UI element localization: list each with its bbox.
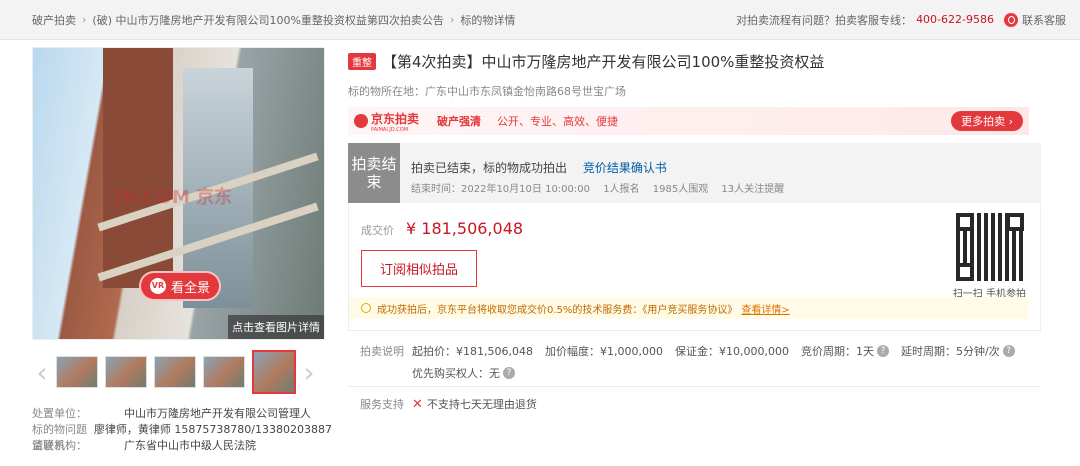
chevron-right-icon: › bbox=[82, 13, 87, 26]
divider bbox=[348, 386, 1041, 387]
main-image[interactable]: JD.COM 京东 VR 看全景 点击查看图片详情 bbox=[32, 47, 325, 340]
meta-key: 处置单位： bbox=[32, 407, 87, 420]
cross-icon: ✕ bbox=[412, 396, 423, 412]
customer-service-icon[interactable] bbox=[1004, 12, 1018, 27]
meta-key: 标的物问题请联系： bbox=[32, 423, 87, 452]
watermark: JD.COM 京东 bbox=[115, 187, 233, 208]
bid-cycle: 竞价周期：1天? bbox=[801, 343, 889, 359]
disposal-info: 处置单位： 中山市万隆房地产开发有限公司管理人 标的物问题请联系： 廖律师，黄律… bbox=[32, 406, 332, 454]
banner-slogan-secondary: 公开、专业、高效、便捷 bbox=[497, 115, 619, 128]
subscribe-similar-button[interactable]: 订阅相似拍品 bbox=[361, 250, 477, 287]
meta-row: 监管机构： 广东省中山市中级人民法院 bbox=[32, 438, 332, 454]
logo-text: 京东拍卖 bbox=[371, 111, 420, 126]
thumbnail[interactable] bbox=[153, 356, 196, 388]
location-label: 标的物所在地： bbox=[348, 85, 425, 98]
priority-row: 优先购买权人：无? bbox=[360, 365, 1027, 381]
top-bar: 破产拍卖 › (破) 中山市万隆房地产开发有限公司100%重整投资权益第四次拍卖… bbox=[0, 0, 1080, 40]
breadcrumb-item-announcement[interactable]: (破) 中山市万隆房地产开发有限公司100%重整投资权益第四次拍卖公告 bbox=[92, 12, 444, 28]
qr-code[interactable] bbox=[956, 213, 1024, 281]
logo-subtext: PAIMAI.JD.COM bbox=[371, 126, 409, 133]
meta-row: 标的物问题请联系： 廖律师，黄律师 15875738780/1338020388… bbox=[32, 422, 332, 452]
service-label: 服务支持 bbox=[360, 398, 404, 411]
notice-detail-link[interactable]: 查看详情> bbox=[741, 301, 789, 316]
chevron-right-icon: › bbox=[449, 13, 455, 26]
rules-row: 拍卖说明 起拍价：¥181,506,048 加价幅度：¥1,000,000 保证… bbox=[360, 343, 1027, 359]
thumbnail[interactable] bbox=[104, 356, 147, 388]
help-area: 对拍卖流程有问题？拍卖客服专线： 400-622-9586 联系客服 bbox=[736, 12, 1066, 28]
item-location: 标的物所在地：广东中山市东凤镇金怡南路68号世宝广场 bbox=[348, 83, 626, 99]
delay-cycle: 延时周期：5分钟/次? bbox=[901, 343, 1015, 359]
auction-status-panel: 拍卖结束 拍卖已结束，标的物成功拍出 竞价结果确认书 结束时间：2022年10月… bbox=[348, 143, 1041, 203]
final-price-row: 成交价 ¥ 181,506,048 bbox=[361, 219, 523, 238]
restructure-tag: 重整 bbox=[348, 53, 376, 70]
watcher-count: 13人关注提醒 bbox=[721, 184, 785, 195]
item-title-row: 重整 【第4次拍卖】中山市万隆房地产开发有限公司100%重整投资权益 bbox=[348, 51, 824, 72]
price-panel: 成交价 ¥ 181,506,048 订阅相似拍品 扫一扫 手机参拍 成功获拍后，… bbox=[348, 203, 1041, 331]
notice-text: 成功获拍后，京东平台将收取您成交价0.5%的技术服务费：《用户竞买服务协议》 bbox=[377, 304, 738, 316]
breadcrumb-item-bankruptcy[interactable]: 破产拍卖 bbox=[32, 12, 76, 28]
thumbnail-strip: ‹ › bbox=[32, 349, 325, 395]
image-detail-link[interactable]: 点击查看图片详情 bbox=[228, 315, 324, 339]
lightbulb-icon bbox=[361, 303, 371, 313]
priority-buyer: 优先购买权人：无 bbox=[412, 367, 500, 380]
panorama-label: 看全景 bbox=[170, 280, 210, 296]
status-text: 拍卖已结束，标的物成功拍出 bbox=[411, 161, 568, 175]
bidder-count: 1人报名 bbox=[603, 184, 640, 195]
thumbnail-active[interactable] bbox=[251, 350, 296, 394]
service-value: 不支持七天无理由退货 bbox=[426, 398, 537, 411]
help-question-text: 对拍卖流程有问题？拍卖客服专线： bbox=[736, 13, 913, 27]
delay-cycle-text: 延时周期：5分钟/次 bbox=[900, 345, 1000, 358]
status-message: 拍卖已结束，标的物成功拍出 竞价结果确认书 bbox=[411, 159, 667, 176]
meta-value: 廖律师，黄律师 15875738780/13380203887 bbox=[93, 423, 332, 436]
result-confirmation-link[interactable]: 竞价结果确认书 bbox=[583, 161, 667, 175]
bid-cycle-text: 竞价周期：1天 bbox=[800, 345, 874, 358]
thumbnail[interactable] bbox=[55, 356, 98, 388]
next-arrow-icon[interactable]: › bbox=[299, 349, 319, 395]
help-icon[interactable]: ? bbox=[503, 367, 515, 379]
status-details: 结束时间：2022年10月10日 10:00:00 1人报名 1985人围观 1… bbox=[411, 180, 794, 195]
jd-auction-logo[interactable]: 京东拍卖 PAIMAI.JD.COM bbox=[354, 110, 419, 133]
banner-slogan-primary: 破产强清 bbox=[437, 115, 482, 128]
vr-icon: VR bbox=[149, 278, 166, 294]
thumbnail[interactable] bbox=[202, 356, 245, 388]
final-price-value: ¥ 181,506,048 bbox=[406, 219, 524, 238]
meta-row: 处置单位： 中山市万隆房地产开发有限公司管理人 bbox=[32, 406, 332, 422]
final-price-label: 成交价 bbox=[361, 224, 394, 237]
more-auctions-button[interactable]: 更多拍卖 › bbox=[951, 111, 1023, 131]
item-title: 【第4次拍卖】中山市万隆房地产开发有限公司100%重整投资权益 bbox=[382, 53, 825, 71]
help-icon[interactable]: ? bbox=[876, 345, 889, 357]
start-price: 起拍价：¥181,506,048 bbox=[412, 345, 533, 358]
deposit: 保证金：¥10,000,000 bbox=[674, 345, 789, 358]
hotline-number: 400-622-9586 bbox=[916, 13, 994, 26]
bid-increment: 加价幅度：¥1,000,000 bbox=[544, 345, 663, 358]
meta-value: 广东省中山市中级人民法院 bbox=[124, 439, 256, 452]
meta-key: 监管机构： bbox=[32, 439, 87, 452]
end-time: 结束时间：2022年10月10日 10:00:00 bbox=[411, 184, 590, 195]
service-support: 服务支持 ✕ 不支持七天无理由退货 bbox=[360, 396, 537, 412]
breadcrumb-item-detail: 标的物详情 bbox=[460, 13, 516, 27]
jd-auction-banner: 京东拍卖 PAIMAI.JD.COM 破产强清 公开、专业、高效、便捷 更多拍卖… bbox=[348, 107, 1029, 135]
contact-service-link[interactable]: 联系客服 bbox=[1022, 12, 1066, 28]
help-icon[interactable]: ? bbox=[1002, 345, 1015, 357]
auction-rules: 拍卖说明 起拍价：¥181,506,048 加价幅度：¥1,000,000 保证… bbox=[360, 343, 1027, 381]
prev-arrow-icon[interactable]: ‹ bbox=[32, 349, 52, 395]
panorama-button[interactable]: VR 看全景 bbox=[139, 271, 221, 301]
meta-value: 中山市万隆房地产开发有限公司管理人 bbox=[124, 407, 311, 420]
jd-dog-icon bbox=[354, 114, 368, 128]
service-fee-notice: 成功获拍后，京东平台将收取您成交价0.5%的技术服务费：《用户竞买服务协议》 查… bbox=[349, 297, 1028, 319]
rules-label: 拍卖说明 bbox=[360, 345, 404, 358]
status-badge: 拍卖结束 bbox=[348, 143, 400, 203]
view-count: 1985人围观 bbox=[652, 184, 709, 195]
breadcrumb: 破产拍卖 › (破) 中山市万隆房地产开发有限公司100%重整投资权益第四次拍卖… bbox=[32, 12, 515, 28]
location-value: 广东中山市东凤镇金怡南路68号世宝广场 bbox=[425, 85, 626, 98]
